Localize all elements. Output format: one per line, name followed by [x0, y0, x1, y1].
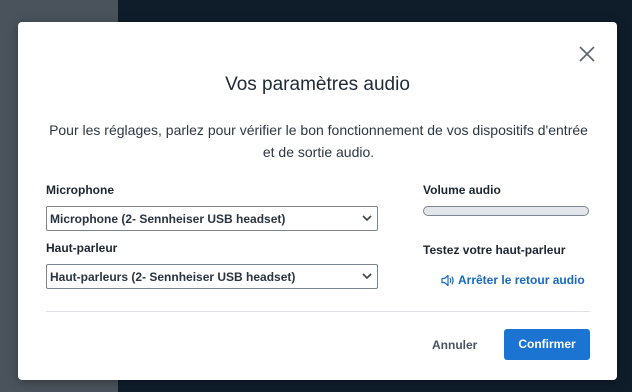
chevron-down-icon: [362, 215, 372, 222]
footer-divider: [46, 311, 590, 312]
speaker-selected-value: Haut-parleurs (2- Sennheiser USB headset…: [50, 270, 296, 284]
speaker-test-label: Testez votre haut-parleur: [423, 243, 566, 257]
speaker-icon: [441, 274, 454, 287]
microphone-label: Microphone: [46, 183, 114, 197]
cancel-button[interactable]: Annuler: [432, 338, 477, 352]
volume-label: Volume audio: [423, 183, 501, 197]
stop-audio-feedback-label: Arrêter le retour audio: [458, 273, 585, 287]
audio-settings-dialog: Vos paramètres audio Pour les réglages, …: [18, 22, 617, 380]
speaker-label: Haut-parleur: [46, 241, 118, 255]
volume-meter: [423, 206, 589, 216]
dialog-description: Pour les réglages, parlez pour vérifier …: [49, 122, 588, 160]
close-button[interactable]: [577, 44, 597, 64]
microphone-selected-value: Microphone (2- Sennheiser USB headset): [50, 212, 286, 226]
dialog-title: Vos paramètres audio: [225, 74, 410, 95]
speaker-select[interactable]: Haut-parleurs (2- Sennheiser USB headset…: [46, 264, 378, 289]
chevron-down-icon: [362, 273, 372, 280]
close-icon: [579, 46, 595, 62]
confirm-button[interactable]: Confirmer: [504, 329, 590, 360]
microphone-select[interactable]: Microphone (2- Sennheiser USB headset): [46, 206, 378, 231]
